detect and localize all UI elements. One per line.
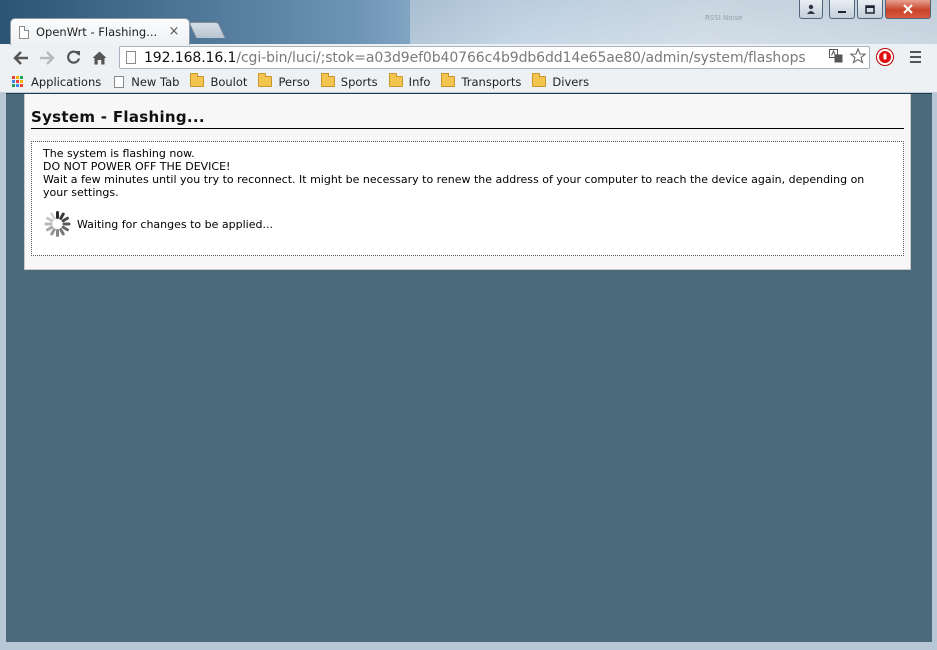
bookmark-folder-perso[interactable]: Perso xyxy=(258,73,310,89)
page-icon xyxy=(126,51,136,64)
bookmark-folder-info[interactable]: Info xyxy=(388,73,431,89)
tab-close-icon[interactable]: × xyxy=(167,25,181,39)
bookmark-label: Divers xyxy=(552,74,590,89)
apps-grid-icon xyxy=(12,75,24,88)
desktop-peek-text: RSSI Noise xyxy=(705,14,743,22)
loading-spinner-icon xyxy=(43,209,73,239)
maximize-button[interactable] xyxy=(857,0,883,19)
user-icon[interactable] xyxy=(799,0,823,19)
page-icon xyxy=(19,25,29,39)
url-host: 192.168.16.1 xyxy=(144,49,237,66)
bookmark-label: Applications xyxy=(31,74,102,89)
reload-button[interactable] xyxy=(60,46,86,70)
bookmarks-bar: Applications New Tab Boulot Perso Sports… xyxy=(0,71,937,93)
browser-toolbar: 192.168.16.1/cgi-bin/luci/;stok=a03d9ef0… xyxy=(0,44,937,71)
minimize-button[interactable] xyxy=(829,0,855,19)
page-title: System - Flashing... xyxy=(31,108,904,129)
bookmark-label: Transports xyxy=(461,74,522,89)
page-viewport: System - Flashing... The system is flash… xyxy=(6,94,932,642)
bookmark-label: Boulot xyxy=(210,74,248,89)
bookmark-applications[interactable]: Applications xyxy=(12,75,101,89)
translate-icon[interactable] xyxy=(825,48,847,67)
folder-icon xyxy=(190,73,205,87)
url-path: /cgi-bin/luci/;stok=a03d9ef0b40766c4b9db… xyxy=(236,49,806,66)
bookmark-label: Perso xyxy=(278,74,310,89)
browser-tab-active[interactable]: OpenWrt - Flashing... × xyxy=(10,18,190,45)
flashing-notice: The system is flashing now. DO NOT POWER… xyxy=(31,141,904,256)
folder-icon xyxy=(441,73,456,87)
notice-line-warning: DO NOT POWER OFF THE DEVICE! xyxy=(43,160,231,173)
waiting-status: Waiting for changes to be applied... xyxy=(43,209,892,239)
folder-icon xyxy=(258,73,273,87)
home-button[interactable] xyxy=(86,46,112,70)
address-bar[interactable]: 192.168.16.1/cgi-bin/luci/;stok=a03d9ef0… xyxy=(119,46,870,69)
forward-button[interactable] xyxy=(34,46,60,70)
waiting-text: Waiting for changes to be applied... xyxy=(77,217,273,231)
arrow-right-icon xyxy=(40,50,55,65)
window-controls xyxy=(799,0,931,19)
bookmark-folder-sports[interactable]: Sports xyxy=(320,73,378,89)
bookmark-folder-boulot[interactable]: Boulot xyxy=(190,73,248,89)
url-text[interactable]: 192.168.16.1/cgi-bin/luci/;stok=a03d9ef0… xyxy=(144,50,825,66)
reload-icon xyxy=(66,50,80,64)
menu-icon[interactable] xyxy=(906,48,924,66)
spinner-spoke xyxy=(56,229,59,237)
main-content: System - Flashing... The system is flash… xyxy=(24,94,911,270)
home-icon xyxy=(92,51,106,64)
window-frame-bottom xyxy=(0,642,937,650)
bookmark-label: Sports xyxy=(340,74,378,89)
bookmark-label: New Tab xyxy=(131,74,180,89)
back-button[interactable] xyxy=(8,46,34,70)
bookmark-folder-divers[interactable]: Divers xyxy=(532,73,590,89)
tab-title: OpenWrt - Flashing... xyxy=(36,25,158,39)
arrow-left-icon xyxy=(13,50,28,65)
adblock-extension-icon[interactable] xyxy=(877,49,893,65)
folder-icon xyxy=(320,73,335,87)
window-frame-right xyxy=(932,93,937,650)
notice-line-flashing: The system is flashing now. xyxy=(43,147,195,160)
notice-line-instructions: Wait a few minutes until you try to reco… xyxy=(43,173,865,199)
page-icon xyxy=(114,75,125,88)
close-window-button[interactable] xyxy=(885,0,931,19)
folder-icon xyxy=(532,73,547,87)
spinner-spoke xyxy=(44,222,53,226)
bookmark-star-icon[interactable] xyxy=(847,47,869,68)
bookmark-new-tab[interactable]: New Tab xyxy=(112,75,179,89)
folder-icon xyxy=(388,73,403,87)
bookmark-folder-transports[interactable]: Transports xyxy=(441,73,522,89)
bookmark-label: Info xyxy=(408,74,431,89)
